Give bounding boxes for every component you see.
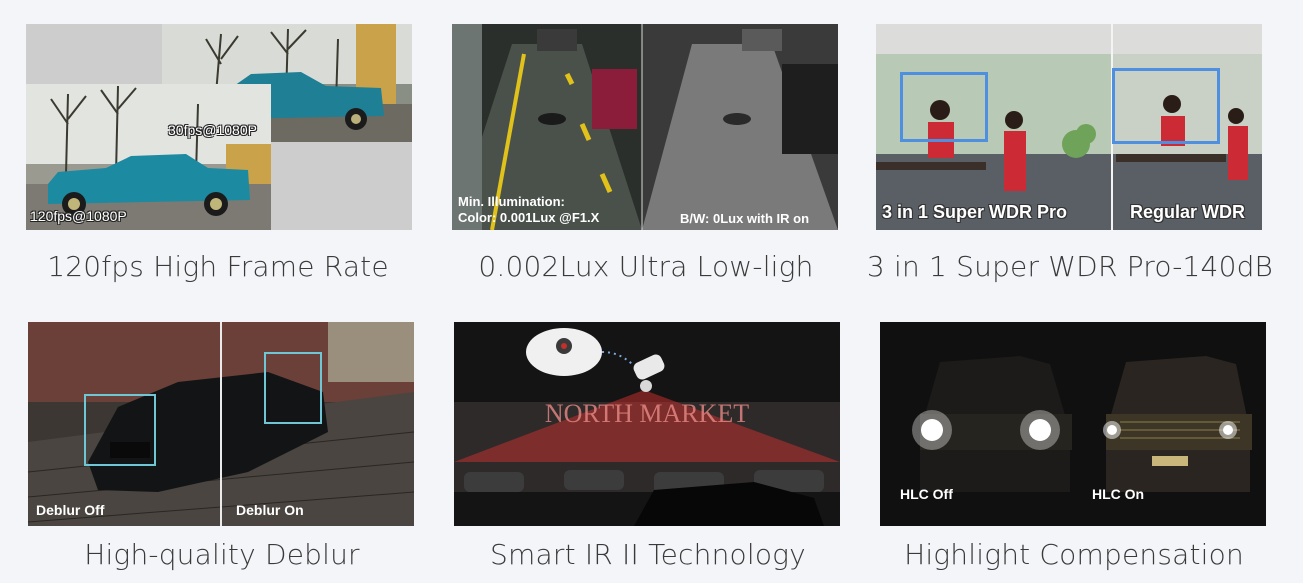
frame-rate-label-30fps: 30fps@1080P: [168, 122, 257, 138]
feature-grid: 30fps@1080P 120fps@1080P 120fps High Fra…: [0, 0, 1303, 583]
smart-ir-image: NORTH MARKET: [454, 322, 840, 526]
deblur-box-off: [84, 394, 156, 466]
wdr-label-regular: Regular WDR: [1130, 202, 1246, 222]
caption-smart-ir: Smart IR II Technology: [490, 538, 806, 571]
low-light-image: Min. Illumination: Color: 0.001Lux @F1.X…: [452, 24, 838, 230]
ir-sign: NORTH MARKET: [545, 399, 749, 428]
hlc-label-off: HLC Off: [900, 486, 953, 502]
deblur-box-on: [264, 352, 322, 424]
frame-rate-label-120fps: 120fps@1080P: [30, 208, 127, 224]
hlc-label-on: HLC On: [1092, 486, 1145, 502]
hlc-image: HLC Off HLC On: [880, 322, 1266, 526]
deblur-label-off: Deblur Off: [36, 502, 105, 518]
wdr-face-box-left: [900, 72, 988, 142]
low-light-label-line1: Min. Illumination:: [458, 194, 565, 209]
low-light-label-line2: Color: 0.001Lux @F1.X: [458, 210, 600, 225]
wdr-face-box-right: [1112, 68, 1220, 144]
low-light-label-bw: B/W: 0Lux with IR on: [680, 211, 810, 226]
feature-card-wdr: 3 in 1 Super WDR Pro Regular WDR 3 in 1 …: [867, 24, 1276, 294]
frame-rate-image: 30fps@1080P 120fps@1080P: [26, 24, 412, 230]
deblur-image: Deblur Off Deblur On: [28, 322, 414, 526]
feature-card-deblur: Deblur Off Deblur On High-quality Deblur: [28, 322, 416, 580]
low-light-min-illumination: Min. Illumination: Color: 0.001Lux @F1.X: [458, 194, 599, 226]
feature-card-low-light: Min. Illumination: Color: 0.001Lux @F1.X…: [452, 24, 840, 294]
caption-frame-rate: 120fps High Frame Rate: [47, 250, 389, 283]
caption-hlc: Highlight Compensation: [904, 538, 1244, 571]
feature-card-hlc: HLC Off HLC On Highlight Compensation: [880, 322, 1280, 580]
caption-deblur: High-quality Deblur: [84, 538, 360, 571]
caption-wdr: 3 in 1 Super WDR Pro-140dB: [866, 250, 1274, 283]
caption-low-light: 0.002Lux Ultra Low-ligh: [478, 250, 814, 283]
feature-card-frame-rate: 30fps@1080P 120fps@1080P 120fps High Fra…: [24, 24, 412, 294]
wdr-label-pro: 3 in 1 Super WDR Pro: [882, 202, 1068, 222]
feature-card-smart-ir: NORTH MARKET Smart IR II Technology: [454, 322, 842, 580]
deblur-label-on: Deblur On: [236, 502, 304, 518]
wdr-image: 3 in 1 Super WDR Pro Regular WDR: [876, 24, 1262, 230]
